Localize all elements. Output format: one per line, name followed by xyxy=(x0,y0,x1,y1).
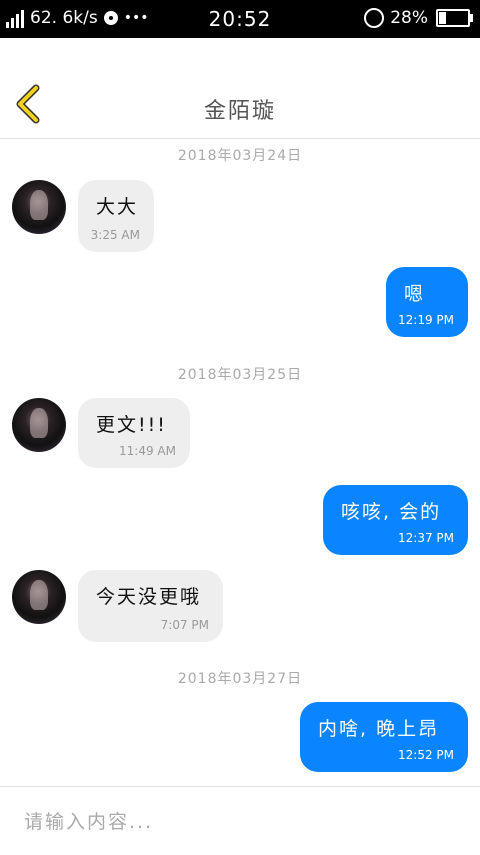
message-time: 3:25 AM xyxy=(90,228,140,242)
message-text: 嗯 xyxy=(404,283,426,305)
avatar[interactable] xyxy=(12,180,66,234)
message-time: 12:52 PM xyxy=(398,748,454,762)
battery-icon xyxy=(436,9,473,27)
date-separator: 2018年03月25日 xyxy=(177,367,303,383)
message-time: 12:37 PM xyxy=(398,531,454,545)
message-list[interactable]: 2018年03月24日 大大 3:25 AM 嗯 12:19 PM 2018年0… xyxy=(0,139,480,785)
message-input[interactable] xyxy=(22,801,456,843)
contact-name: 金陌璇 xyxy=(203,99,276,124)
incoming-message[interactable]: 今天没更哦 7:07 PM xyxy=(78,570,223,642)
message-time: 7:07 PM xyxy=(160,618,209,632)
chat-header: 金陌璇 xyxy=(0,38,480,139)
outgoing-message[interactable]: 嗯 12:19 PM xyxy=(386,267,468,337)
message-time: 11:49 AM xyxy=(119,444,176,458)
status-bar: 62. 6k/s ••• 20:52 28% xyxy=(0,0,480,38)
message-text: 内啥, 晚上昂 xyxy=(318,718,440,740)
battery-fill xyxy=(439,12,446,24)
date-separator: 2018年03月27日 xyxy=(177,671,303,687)
avatar[interactable] xyxy=(12,398,66,452)
avatar[interactable] xyxy=(12,570,66,624)
input-bar xyxy=(0,786,480,855)
date-separator: 2018年03月24日 xyxy=(177,148,303,164)
alarm-icon xyxy=(364,8,385,28)
outgoing-message[interactable]: 内啥, 晚上昂 12:52 PM xyxy=(300,702,468,772)
incoming-message[interactable]: 大大 3:25 AM xyxy=(78,180,154,252)
battery-percent: 28% xyxy=(390,8,428,28)
incoming-message[interactable]: 更文!!! 11:49 AM xyxy=(78,398,190,468)
message-text: 咳咳, 会的 xyxy=(341,501,442,523)
message-text: 今天没更哦 xyxy=(96,586,202,608)
message-text: 大大 xyxy=(96,196,139,218)
message-text: 更文!!! xyxy=(96,414,167,436)
outgoing-message[interactable]: 咳咳, 会的 12:37 PM xyxy=(323,485,468,555)
status-right: 28% xyxy=(364,8,473,28)
message-time: 12:19 PM xyxy=(398,313,454,327)
